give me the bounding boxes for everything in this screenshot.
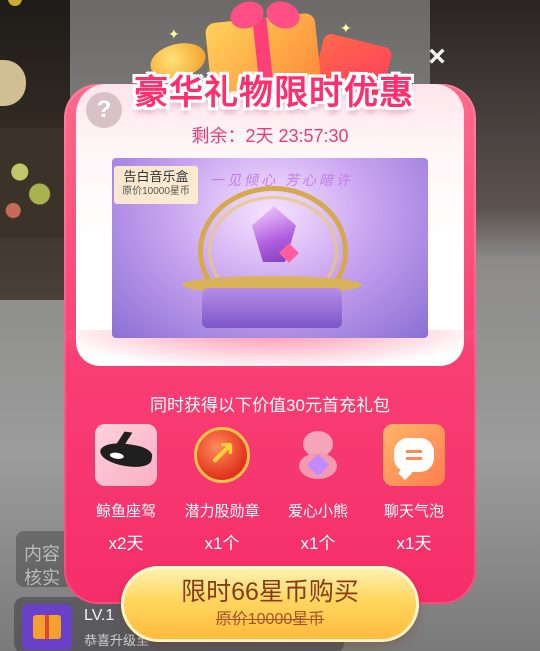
- buy-button-label: 限时66星币购买: [181, 578, 359, 606]
- help-icon[interactable]: ?: [86, 92, 122, 128]
- background-chat-text: 内容: [24, 544, 60, 564]
- countdown-value: 2天 23:57:30: [245, 126, 349, 146]
- background-chat-text: 核实: [24, 568, 60, 588]
- gift-icon: [22, 604, 72, 650]
- reward-item[interactable]: 爱心小熊 x1个: [276, 424, 360, 554]
- product-original-price: 原价10000星币: [122, 186, 190, 197]
- reward-item[interactable]: 鲸鱼座驾 x2天: [84, 424, 168, 554]
- close-button[interactable]: ×: [424, 42, 450, 72]
- reward-name: 鲸鱼座驾: [95, 503, 156, 520]
- sparkle-icon: ✦: [340, 20, 352, 36]
- reward-quantity: x1个: [300, 534, 336, 553]
- medal-icon: [191, 424, 253, 486]
- reward-name: 爱心小熊: [287, 503, 348, 520]
- dialog-wave: [64, 330, 476, 390]
- dialog-title: 豪华礼物限时优惠: [134, 74, 414, 112]
- product-tag: 告白音乐盒 原价10000星币: [114, 166, 198, 204]
- buy-button-original-price: 原价10000星币: [215, 611, 325, 628]
- level-card-title: LV.1: [84, 607, 115, 624]
- sparkle-icon: ✦: [168, 26, 180, 42]
- countdown-timer: 剩余：2天 23:57:30: [170, 122, 370, 148]
- reward-quantity: x1个: [204, 534, 240, 553]
- reward-name: 潜力股勋章: [184, 503, 260, 520]
- music-box-base: [202, 288, 342, 328]
- reward-list: 鲸鱼座驾 x2天 潜力股勋章 x1个 爱心小熊 x1个 聊天气泡 x1天: [84, 424, 460, 554]
- background-plant: [0, 128, 66, 238]
- bow-decoration-icon: [226, 0, 304, 34]
- status-dot-icon: [8, 0, 22, 6]
- reward-quantity: x2天: [108, 534, 144, 553]
- chat-bubble-icon: [383, 424, 445, 486]
- bundle-heading: 同时获得以下价值30元首充礼包: [150, 396, 390, 415]
- reward-item[interactable]: 潜力股勋章 x1个: [180, 424, 264, 554]
- bear-icon: [287, 424, 349, 486]
- reward-name: 聊天气泡: [383, 503, 444, 520]
- reward-quantity: x1天: [396, 534, 432, 553]
- whale-icon: [95, 424, 157, 486]
- product-name: 告白音乐盒: [123, 169, 189, 184]
- countdown-label: 剩余：: [191, 126, 246, 146]
- buy-button[interactable]: 限时66星币购买 原价10000星币: [121, 566, 419, 642]
- reward-item[interactable]: 聊天气泡 x1天: [372, 424, 456, 554]
